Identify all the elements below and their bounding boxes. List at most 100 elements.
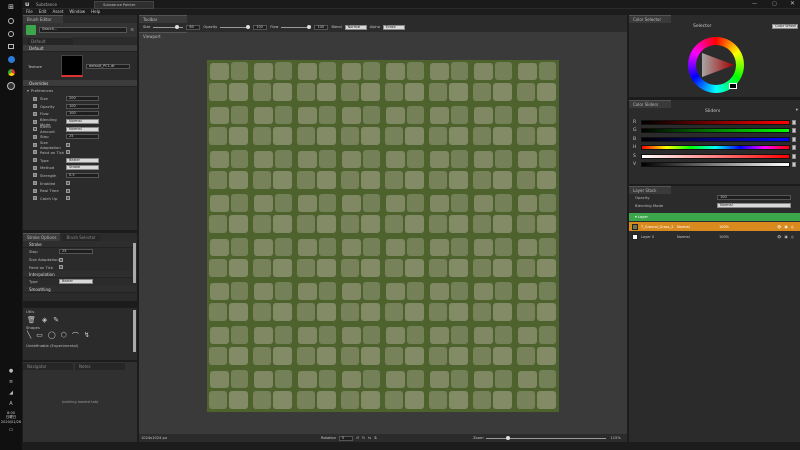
volume-icon[interactable]: ◢ bbox=[0, 390, 22, 401]
rectangle-icon[interactable]: ▭ bbox=[36, 331, 43, 341]
channel-spin-button[interactable] bbox=[792, 136, 796, 142]
channel-spin-button[interactable] bbox=[792, 128, 796, 134]
flip-v-icon[interactable]: ⇅ bbox=[374, 436, 377, 440]
prop-value-input[interactable]: 200 bbox=[66, 96, 99, 102]
texture-thumbnail[interactable] bbox=[61, 55, 83, 77]
sliders-menu-icon[interactable]: ▾ bbox=[796, 108, 798, 113]
override-checkbox[interactable] bbox=[33, 96, 37, 101]
rotation-input[interactable]: 0 bbox=[339, 435, 354, 441]
start-icon[interactable]: ⊞ bbox=[0, 0, 22, 14]
layer-blend-select[interactable]: Normal bbox=[717, 203, 791, 209]
lock-icon[interactable]: ▣ bbox=[784, 235, 787, 239]
ellipse-icon[interactable]: ◯ bbox=[48, 331, 56, 341]
close-button[interactable]: ✕ bbox=[790, 0, 795, 7]
tab-layer-stack[interactable]: Layer Stack bbox=[629, 186, 671, 194]
paint-tick-checkbox[interactable] bbox=[59, 265, 63, 270]
override-checkbox[interactable] bbox=[33, 181, 37, 186]
network-icon[interactable]: ≡ bbox=[0, 379, 22, 390]
tab-stroke-options[interactable]: Stroke Options bbox=[23, 233, 61, 241]
prop-value-checkbox[interactable] bbox=[66, 188, 70, 193]
section-stroke[interactable]: Stroke bbox=[23, 241, 137, 248]
canvas-texture[interactable] bbox=[207, 60, 559, 412]
flow-input[interactable]: 100 bbox=[314, 24, 329, 30]
override-checkbox[interactable] bbox=[33, 127, 37, 132]
alpha-lock-icon[interactable]: ◎ bbox=[791, 235, 794, 239]
brush-menu-icon[interactable]: ≡ bbox=[130, 28, 134, 33]
notification-icon[interactable]: ▭ bbox=[0, 427, 22, 437]
color-mode-select[interactable]: Color Wheel bbox=[772, 24, 798, 29]
size-adaptation-checkbox[interactable] bbox=[59, 257, 63, 262]
tab-notes[interactable]: Notes bbox=[75, 362, 125, 370]
override-checkbox[interactable] bbox=[33, 188, 37, 193]
layer-group-row[interactable]: ▾ Layer bbox=[629, 213, 800, 222]
maximize-button[interactable]: ▢ bbox=[772, 1, 777, 7]
layer-item[interactable]: Layer 0 Normal 100% 👁 ▣ ◎ bbox=[629, 232, 800, 241]
step-input[interactable]: 25 bbox=[59, 249, 93, 255]
tab-color-selector[interactable]: Color Selector bbox=[629, 15, 671, 23]
flip-h-icon[interactable]: ⇆ bbox=[368, 436, 371, 440]
zoom-value[interactable]: 115% bbox=[610, 436, 620, 440]
rotate-left-icon[interactable]: ↺ bbox=[356, 436, 359, 440]
prop-value-input[interactable]: 100 bbox=[66, 103, 99, 109]
section-overrides[interactable]: Overrides bbox=[23, 80, 137, 87]
section-interpolation[interactable]: Interpolation bbox=[23, 271, 137, 279]
brush-icon[interactable] bbox=[26, 25, 36, 35]
visibility-icon[interactable]: 👁 bbox=[777, 235, 781, 239]
curve-icon[interactable]: ⌒ bbox=[72, 331, 79, 341]
override-checkbox[interactable] bbox=[33, 196, 37, 201]
mic-icon[interactable]: ● bbox=[0, 368, 22, 379]
eyedropper-icon[interactable]: ✎ bbox=[53, 316, 59, 324]
prop-value-input[interactable]: 100 bbox=[66, 111, 99, 117]
override-checkbox[interactable] bbox=[33, 150, 37, 155]
channel-gradient-slider[interactable] bbox=[641, 128, 790, 134]
polygon-icon[interactable]: ⬡ bbox=[61, 331, 67, 341]
prop-value-input[interactable]: 0.5 bbox=[66, 172, 99, 178]
channel-spin-button[interactable] bbox=[792, 153, 796, 159]
prop-value-checkbox[interactable] bbox=[66, 150, 70, 155]
prop-value-checkbox[interactable] bbox=[66, 181, 70, 186]
prop-value-input[interactable]: Normal bbox=[66, 126, 99, 132]
chrome-icon[interactable] bbox=[0, 66, 22, 79]
prop-value-input[interactable]: Normal bbox=[66, 119, 99, 125]
channel-spin-button[interactable] bbox=[792, 119, 796, 125]
ime-icon[interactable]: A bbox=[0, 401, 22, 411]
layer-item[interactable]: T_Ground_Grass_2 Normal 100% 👁 ▣ ◎ bbox=[629, 222, 800, 232]
texture-select[interactable]: default_PC1.dt bbox=[86, 63, 130, 69]
tab-brush-editor[interactable]: Brush Editor bbox=[23, 15, 63, 23]
flow-slider[interactable] bbox=[281, 24, 312, 29]
channel-spin-button[interactable] bbox=[792, 145, 796, 151]
blend-select[interactable]: Normal bbox=[344, 24, 367, 30]
color-swatch[interactable] bbox=[729, 83, 737, 89]
override-checkbox[interactable] bbox=[33, 134, 37, 139]
override-checkbox[interactable] bbox=[33, 104, 37, 109]
size-slider[interactable] bbox=[153, 24, 184, 29]
tab-toolbar[interactable]: Toolbar bbox=[139, 15, 187, 23]
opacity-slider[interactable] bbox=[220, 24, 251, 29]
channel-gradient-slider[interactable] bbox=[641, 153, 790, 159]
path-icon[interactable]: ↯ bbox=[84, 331, 90, 341]
rotate-right-icon[interactable]: ↻ bbox=[362, 436, 365, 440]
prop-value-input[interactable]: 25 bbox=[66, 134, 99, 140]
override-checkbox[interactable] bbox=[33, 173, 37, 178]
section-smoothing[interactable]: Smoothing bbox=[23, 285, 137, 293]
override-checkbox[interactable] bbox=[33, 111, 37, 116]
alpha-lock-icon[interactable]: ◎ bbox=[791, 225, 794, 229]
override-checkbox[interactable] bbox=[33, 165, 37, 170]
prop-value-input[interactable]: Bezier bbox=[66, 157, 99, 163]
override-checkbox[interactable] bbox=[33, 142, 37, 147]
document-tab[interactable]: Substance Painter bbox=[94, 1, 154, 9]
visibility-icon[interactable]: 👁 bbox=[777, 225, 781, 229]
brush-subtab[interactable]: Default bbox=[27, 37, 73, 45]
channel-spin-button[interactable] bbox=[792, 162, 796, 168]
line-icon[interactable]: ╲ bbox=[27, 331, 31, 341]
prop-value-checkbox[interactable] bbox=[66, 142, 70, 147]
type-select[interactable]: Bezier bbox=[59, 279, 93, 285]
override-checkbox[interactable] bbox=[33, 119, 37, 124]
section-default[interactable]: Default bbox=[23, 45, 137, 52]
unreal-icon[interactable] bbox=[0, 79, 22, 92]
lock-icon[interactable]: ▣ bbox=[784, 225, 787, 229]
zoom-slider[interactable] bbox=[486, 435, 607, 440]
channel-gradient-slider[interactable] bbox=[641, 145, 790, 151]
prop-value-input[interactable]: Stroke bbox=[66, 165, 99, 171]
tools-scrollbar[interactable] bbox=[133, 310, 136, 352]
